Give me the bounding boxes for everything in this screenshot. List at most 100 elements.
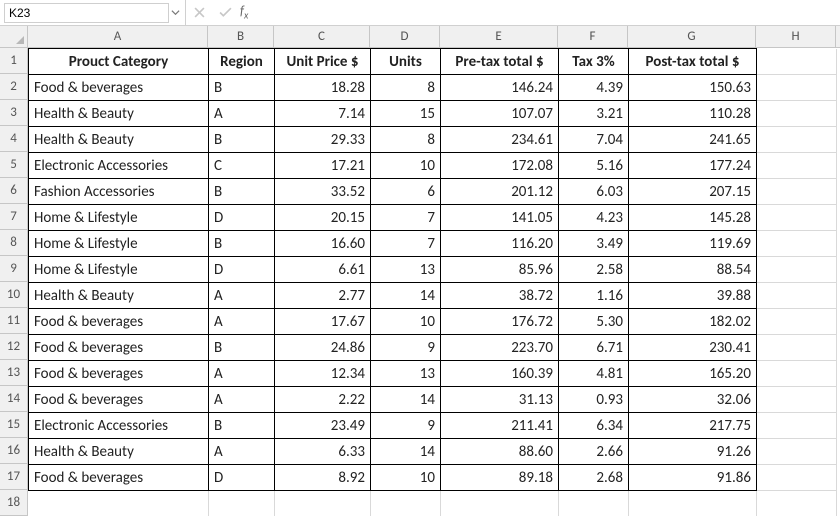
cell-E15[interactable]: 211.41 xyxy=(441,413,559,439)
cell-C12[interactable]: 24.86 xyxy=(275,335,371,361)
cell-E5[interactable]: 172.08 xyxy=(441,153,559,179)
cell-C17[interactable]: 8.92 xyxy=(275,465,371,491)
row-header-18[interactable]: 18 xyxy=(0,490,27,516)
cell-C6[interactable]: 33.52 xyxy=(275,179,371,205)
cell-F17[interactable]: 2.68 xyxy=(559,465,629,491)
cell-B16[interactable]: A xyxy=(209,439,275,465)
cell-C7[interactable]: 20.15 xyxy=(275,205,371,231)
cell-G17[interactable]: 91.86 xyxy=(629,465,757,491)
cell-G9[interactable]: 88.54 xyxy=(629,257,757,283)
cell-B3[interactable]: A xyxy=(209,101,275,127)
row-header-5[interactable]: 5 xyxy=(0,152,27,178)
cell-B14[interactable]: A xyxy=(209,387,275,413)
enter-icon[interactable] xyxy=(212,0,238,25)
cell-F10[interactable]: 1.16 xyxy=(559,283,629,309)
cell-F1[interactable]: Tax 3% xyxy=(559,49,629,75)
cell-A13[interactable]: Food & beverages xyxy=(29,361,209,387)
row-header-2[interactable]: 2 xyxy=(0,74,27,100)
cell-D10[interactable]: 14 xyxy=(371,283,441,309)
cell-G18[interactable] xyxy=(629,491,757,516)
cell-B11[interactable]: A xyxy=(209,309,275,335)
cell-F8[interactable]: 3.49 xyxy=(559,231,629,257)
cell-B18[interactable] xyxy=(209,491,275,516)
row-header-12[interactable]: 12 xyxy=(0,334,27,360)
cell-A10[interactable]: Health & Beauty xyxy=(29,283,209,309)
cell-G10[interactable]: 39.88 xyxy=(629,283,757,309)
cancel-icon[interactable] xyxy=(186,0,212,25)
cell-E12[interactable]: 223.70 xyxy=(441,335,559,361)
cell-B6[interactable]: B xyxy=(209,179,275,205)
row-header-11[interactable]: 11 xyxy=(0,308,27,334)
cell-A6[interactable]: Fashion Accessories xyxy=(29,179,209,205)
cell-A14[interactable]: Food & beverages xyxy=(29,387,209,413)
col-header-H[interactable]: H xyxy=(756,26,836,47)
cell-H15[interactable] xyxy=(757,413,837,439)
cell-F6[interactable]: 6.03 xyxy=(559,179,629,205)
cell-F2[interactable]: 4.39 xyxy=(559,75,629,101)
cell-H13[interactable] xyxy=(757,361,837,387)
cell-A15[interactable]: Electronic Accessories xyxy=(29,413,209,439)
cell-D14[interactable]: 14 xyxy=(371,387,441,413)
cell-B13[interactable]: A xyxy=(209,361,275,387)
cell-G2[interactable]: 150.63 xyxy=(629,75,757,101)
cell-E1[interactable]: Pre-tax total $ xyxy=(441,49,559,75)
cell-A7[interactable]: Home & Lifestyle xyxy=(29,205,209,231)
cell-C18[interactable] xyxy=(275,491,371,516)
cell-E11[interactable]: 176.72 xyxy=(441,309,559,335)
cell-B15[interactable]: B xyxy=(209,413,275,439)
cell-G14[interactable]: 32.06 xyxy=(629,387,757,413)
cell-E4[interactable]: 234.61 xyxy=(441,127,559,153)
cell-H18[interactable] xyxy=(757,491,837,516)
row-header-4[interactable]: 4 xyxy=(0,126,27,152)
cell-B4[interactable]: B xyxy=(209,127,275,153)
cell-A4[interactable]: Health & Beauty xyxy=(29,127,209,153)
cell-B5[interactable]: C xyxy=(209,153,275,179)
cell-H3[interactable] xyxy=(757,101,837,127)
cell-F9[interactable]: 2.58 xyxy=(559,257,629,283)
row-header-10[interactable]: 10 xyxy=(0,282,27,308)
cell-H10[interactable] xyxy=(757,283,837,309)
cell-E7[interactable]: 141.05 xyxy=(441,205,559,231)
cell-D2[interactable]: 8 xyxy=(371,75,441,101)
cell-C8[interactable]: 16.60 xyxy=(275,231,371,257)
cell-E8[interactable]: 116.20 xyxy=(441,231,559,257)
cells-area[interactable]: Prouct CategoryRegionUnit Price $UnitsPr… xyxy=(28,48,840,516)
cell-H16[interactable] xyxy=(757,439,837,465)
cell-D6[interactable]: 6 xyxy=(371,179,441,205)
cell-C9[interactable]: 6.61 xyxy=(275,257,371,283)
row-header-14[interactable]: 14 xyxy=(0,386,27,412)
cell-E2[interactable]: 146.24 xyxy=(441,75,559,101)
cell-F15[interactable]: 6.34 xyxy=(559,413,629,439)
cell-H5[interactable] xyxy=(757,153,837,179)
cell-F12[interactable]: 6.71 xyxy=(559,335,629,361)
formula-input[interactable] xyxy=(254,0,840,25)
cell-C11[interactable]: 17.67 xyxy=(275,309,371,335)
cell-A17[interactable]: Food & beverages xyxy=(29,465,209,491)
cell-E13[interactable]: 160.39 xyxy=(441,361,559,387)
cell-H6[interactable] xyxy=(757,179,837,205)
cell-B17[interactable]: D xyxy=(209,465,275,491)
cell-A16[interactable]: Health & Beauty xyxy=(29,439,209,465)
cell-B1[interactable]: Region xyxy=(209,49,275,75)
cell-E18[interactable] xyxy=(441,491,559,516)
cell-C2[interactable]: 18.28 xyxy=(275,75,371,101)
cell-D18[interactable] xyxy=(371,491,441,516)
cell-C16[interactable]: 6.33 xyxy=(275,439,371,465)
cell-A12[interactable]: Food & beverages xyxy=(29,335,209,361)
row-header-16[interactable]: 16 xyxy=(0,438,27,464)
cell-A2[interactable]: Food & beverages xyxy=(29,75,209,101)
col-header-G[interactable]: G xyxy=(628,26,756,47)
cell-D17[interactable]: 10 xyxy=(371,465,441,491)
cell-C13[interactable]: 12.34 xyxy=(275,361,371,387)
row-header-7[interactable]: 7 xyxy=(0,204,27,230)
cell-H1[interactable] xyxy=(757,49,837,75)
cell-D3[interactable]: 15 xyxy=(371,101,441,127)
cell-E17[interactable]: 89.18 xyxy=(441,465,559,491)
cell-C14[interactable]: 2.22 xyxy=(275,387,371,413)
cell-A9[interactable]: Home & Lifestyle xyxy=(29,257,209,283)
cell-D16[interactable]: 14 xyxy=(371,439,441,465)
cell-D8[interactable]: 7 xyxy=(371,231,441,257)
cell-A3[interactable]: Health & Beauty xyxy=(29,101,209,127)
row-header-17[interactable]: 17 xyxy=(0,464,27,490)
cell-G8[interactable]: 119.69 xyxy=(629,231,757,257)
